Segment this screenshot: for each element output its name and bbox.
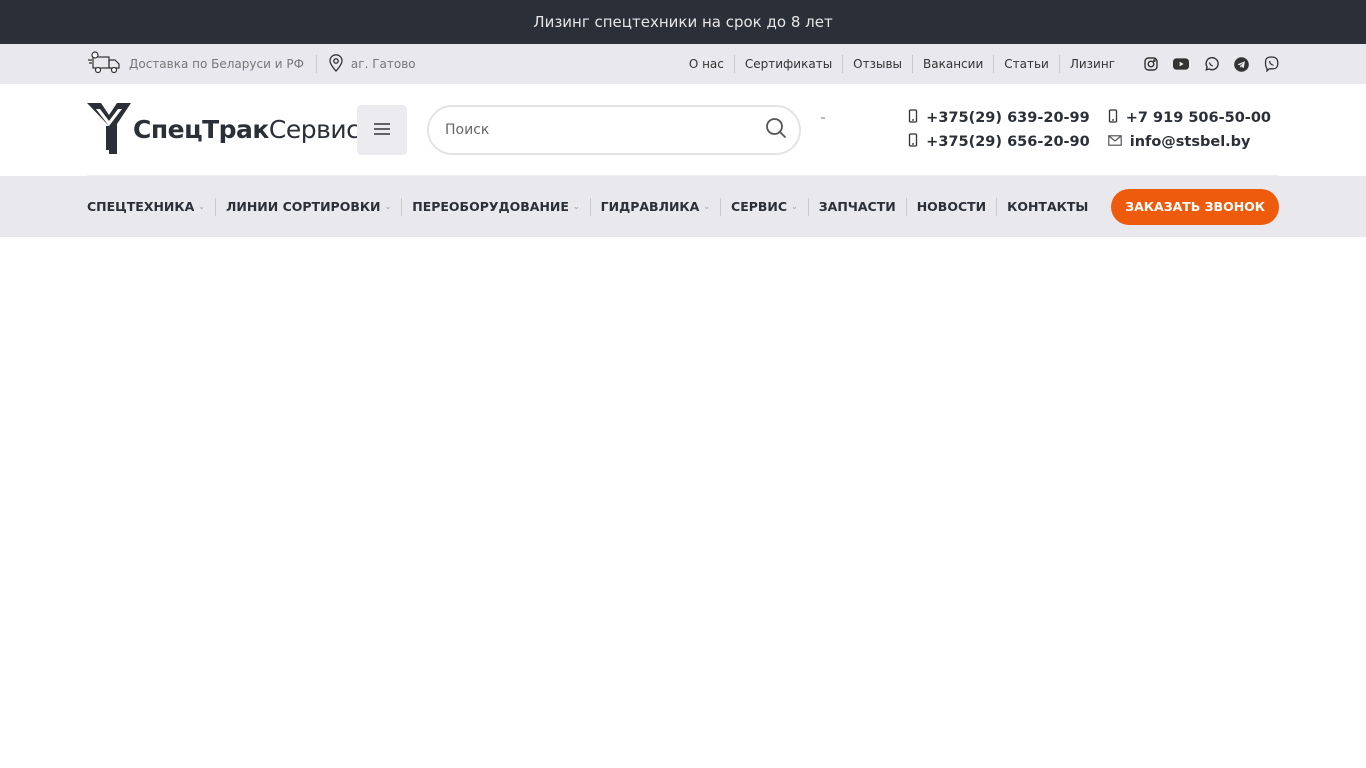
viber-icon[interactable] [1263,56,1279,72]
logo-text: СпецТракСервис [133,115,360,144]
search-icon[interactable] [765,117,787,143]
hamburger-icon [374,120,390,139]
envelope-icon [1107,134,1122,150]
nav-label: СПЕЦТЕХНИКА [87,198,195,214]
promo-bar: Лизинг спецтехники на срок до 8 лет [0,0,1366,44]
link-certificates[interactable]: Сертификаты [733,55,842,73]
phone-2-text: +7 919 506-50-00 [1125,109,1271,126]
menu-button[interactable] [357,104,407,155]
nav-item-hydraulics[interactable]: ГИДРАВЛИКА ⌄ [589,197,720,216]
top-links: О нас Сертификаты Отзывы Вакансии Статьи… [679,55,1125,73]
logo-mark-icon [87,102,131,158]
phone-1[interactable]: +375(29) 639-20-99 [908,108,1090,127]
link-leasing[interactable]: Лизинг [1058,55,1125,73]
chevron-down-icon: ⌄ [198,201,205,211]
nav-label: ЛИНИИ СОРТИРОВКИ [226,198,381,214]
youtube-icon[interactable] [1173,56,1189,72]
phone-3[interactable]: +375(29) 656-20-90 [908,132,1090,151]
instagram-icon[interactable] [1143,56,1159,72]
nav-label: СЕРВИС [731,198,788,214]
order-call-button[interactable]: ЗАКАЗАТЬ ЗВОНОК [1111,188,1279,225]
telegram-icon[interactable] [1233,56,1249,72]
nav-label: НОВОСТИ [916,198,987,214]
chevron-down-icon: ⌄ [384,201,392,211]
main-nav-bar: СПЕЦТЕХНИКА ⌄ ЛИНИИ СОРТИРОВКИ ⌄ ПЕРЕОБОРУ… [0,176,1366,237]
mobile-phone-icon [908,132,918,151]
decorative-dot [821,116,825,119]
chevron-down-icon: ⌄ [791,201,798,211]
whatsapp-icon[interactable] [1203,56,1219,72]
nav-label: ЗАПЧАСТИ [818,198,896,214]
search-box [427,104,801,155]
nav-item-news[interactable]: НОВОСТИ [905,197,996,216]
email-text: info@stsbel.by [1129,133,1251,150]
site-header: СпецТракСервис +375(29) 639-20-99 +7 919… [0,84,1366,176]
email[interactable]: info@stsbel.by [1107,133,1271,151]
link-about[interactable]: О нас [679,55,734,73]
chevron-down-icon: ⌄ [703,201,711,211]
search-input[interactable] [445,121,765,138]
nav-item-special-equipment[interactable]: СПЕЦТЕХНИКА ⌄ [87,198,215,216]
mobile-phone-icon [908,108,918,127]
nav-label: КОНТАКТЫ [1007,198,1089,214]
logo[interactable]: СпецТракСервис [87,102,360,158]
phone-3-text: +375(29) 656-20-90 [926,133,1090,150]
link-reviews[interactable]: Отзывы [842,55,912,73]
nav-item-sorting-lines[interactable]: ЛИНИИ СОРТИРОВКИ ⌄ [215,197,401,216]
location-text: аг. Гатово [350,57,416,71]
delivery-text: Доставка по Беларуси и РФ [129,57,304,71]
location-info: аг. Гатово [329,53,416,75]
link-articles[interactable]: Статьи [993,55,1059,73]
promo-text: Лизинг спецтехники на срок до 8 лет [533,13,833,31]
map-pin-icon [329,53,343,75]
nav-item-parts[interactable]: ЗАПЧАСТИ [807,197,906,216]
main-nav: СПЕЦТЕХНИКА ⌄ ЛИНИИ СОРТИРОВКИ ⌄ ПЕРЕОБОРУ… [87,197,1098,216]
delivery-info: Доставка по Беларуси и РФ [87,50,304,78]
phone-2[interactable]: +7 919 506-50-00 [1108,108,1271,127]
divider [315,55,317,73]
info-bar: Доставка по Беларуси и РФ аг. Гатово О н… [0,44,1366,84]
phone-1-text: +375(29) 639-20-99 [926,109,1090,126]
nav-label: ГИДРАВЛИКА [600,198,700,214]
chevron-down-icon: ⌄ [572,201,580,211]
contacts: +375(29) 639-20-99 +7 919 506-50-00 +375… [908,108,1279,151]
nav-item-re-equipment[interactable]: ПЕРЕОБОРУДОВАНИЕ ⌄ [401,197,589,216]
mobile-phone-icon [1108,108,1118,127]
truck-icon [87,50,121,78]
nav-item-service[interactable]: СЕРВИС ⌄ [720,197,808,216]
link-vacancies[interactable]: Вакансии [912,55,993,73]
nav-item-contacts[interactable]: КОНТАКТЫ [996,197,1098,216]
nav-label: ПЕРЕОБОРУДОВАНИЕ [412,198,569,214]
